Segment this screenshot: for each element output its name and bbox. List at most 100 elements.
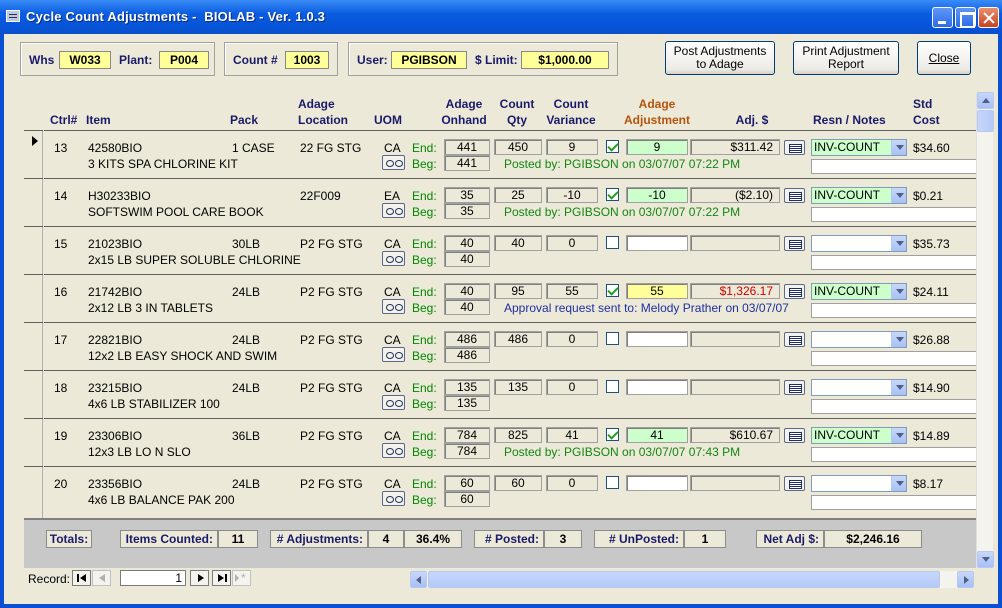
view-details-icon[interactable]: [382, 251, 405, 266]
notes-icon[interactable]: [784, 284, 805, 299]
chevron-down-icon[interactable]: [891, 236, 906, 251]
adjust-checkbox[interactable]: [606, 140, 619, 153]
vertical-scroll-thumb[interactable]: [977, 110, 994, 132]
view-details-icon[interactable]: [382, 443, 405, 458]
reason-select[interactable]: INV-COUNT: [811, 427, 907, 444]
record-selector[interactable]: [24, 418, 43, 466]
minimize-button[interactable]: [932, 7, 953, 28]
scroll-down-button[interactable]: [977, 551, 994, 568]
adjust-checkbox[interactable]: [606, 428, 619, 441]
item-description: 2x12 LB 3 IN TABLETS: [88, 301, 213, 315]
adjust-checkbox[interactable]: [606, 476, 619, 489]
view-details-icon[interactable]: [382, 155, 405, 170]
notes-field[interactable]: [811, 255, 976, 270]
col-adjustment-1: Adage: [638, 97, 676, 111]
adage-adjustment-input[interactable]: -10: [626, 187, 688, 203]
app-icon[interactable]: [6, 10, 20, 22]
onhand-end: 40: [444, 235, 490, 251]
record-selector[interactable]: [24, 322, 43, 370]
record-selector[interactable]: [24, 274, 43, 322]
notes-icon[interactable]: [784, 332, 805, 347]
adjustments-value: 4: [368, 530, 404, 548]
notes-field[interactable]: [811, 207, 976, 222]
view-details-icon[interactable]: [382, 491, 405, 506]
view-details-icon[interactable]: [382, 299, 405, 314]
col-onhand-2: Onhand: [441, 113, 487, 127]
post-adjustments-button[interactable]: Post Adjustments to Adage: [665, 41, 775, 75]
reason-select[interactable]: [811, 235, 907, 252]
print-adjustment-report-button[interactable]: Print Adjustment Report: [793, 41, 899, 75]
chevron-down-icon[interactable]: [891, 428, 906, 443]
adjust-checkbox[interactable]: [606, 332, 619, 345]
last-record-button[interactable]: [212, 570, 231, 586]
col-location-1: Adage: [298, 97, 335, 111]
adage-adjustment-input[interactable]: 55: [626, 283, 688, 299]
adjust-checkbox[interactable]: [606, 188, 619, 201]
view-details-icon[interactable]: [382, 347, 405, 362]
chevron-down-icon[interactable]: [891, 380, 906, 395]
reason-select[interactable]: [811, 475, 907, 492]
adage-adjustment-input[interactable]: [626, 475, 688, 491]
count-qty: 825: [494, 427, 542, 443]
notes-icon[interactable]: [784, 188, 805, 203]
count-label: Count #: [233, 53, 278, 67]
previous-record-button[interactable]: [92, 570, 111, 586]
record-selector[interactable]: [24, 130, 43, 178]
record-selector[interactable]: [24, 370, 43, 418]
record-number-input[interactable]: [120, 570, 186, 586]
notes-field[interactable]: [811, 495, 976, 510]
notes-icon[interactable]: [784, 380, 805, 395]
adage-location: 22 FG STG: [300, 141, 362, 155]
notes-icon[interactable]: [784, 236, 805, 251]
reason-select[interactable]: [811, 379, 907, 396]
notes-field[interactable]: [811, 399, 976, 414]
adage-adjustment-input[interactable]: [626, 379, 688, 395]
close-button[interactable]: Close: [917, 41, 971, 75]
chevron-down-icon[interactable]: [891, 140, 906, 155]
scroll-right-button[interactable]: [957, 571, 974, 588]
net-adj-value: $2,246.16: [824, 530, 922, 548]
new-record-button[interactable]: *: [232, 570, 251, 586]
view-details-icon[interactable]: [382, 395, 405, 410]
posted-label: # Posted:: [474, 530, 544, 548]
adage-adjustment-input[interactable]: [626, 235, 688, 251]
chevron-down-icon[interactable]: [891, 332, 906, 347]
maximize-button[interactable]: [955, 7, 976, 28]
notes-field[interactable]: [811, 159, 976, 174]
scroll-left-button[interactable]: [410, 571, 427, 588]
adage-adjustment-input[interactable]: 41: [626, 427, 688, 443]
adage-adjustment-input[interactable]: [626, 331, 688, 347]
reason-select[interactable]: INV-COUNT: [811, 187, 907, 204]
notes-icon[interactable]: [784, 428, 805, 443]
adage-adjustment-input[interactable]: 9: [626, 139, 688, 155]
notes-field[interactable]: [811, 351, 976, 366]
whs-label: Whs: [29, 53, 55, 67]
reason-select[interactable]: [811, 331, 907, 348]
horizontal-scroll-thumb[interactable]: [428, 571, 940, 588]
reason-select[interactable]: INV-COUNT: [811, 139, 907, 156]
vertical-scrollbar[interactable]: [976, 92, 994, 568]
notes-icon[interactable]: [784, 476, 805, 491]
scroll-up-button[interactable]: [977, 92, 994, 109]
notes-field[interactable]: [811, 447, 976, 462]
reason-select[interactable]: INV-COUNT: [811, 283, 907, 300]
chevron-down-icon[interactable]: [891, 284, 906, 299]
col-onhand-1: Adage: [445, 97, 483, 111]
record-selector[interactable]: [24, 178, 43, 226]
chevron-down-icon[interactable]: [891, 188, 906, 203]
horizontal-scrollbar[interactable]: [410, 571, 974, 588]
close-window-button[interactable]: [978, 7, 999, 28]
record-selector[interactable]: [24, 466, 43, 514]
record-selector[interactable]: [24, 226, 43, 274]
notes-field[interactable]: [811, 303, 976, 318]
item-code: 23306BIO: [88, 429, 143, 443]
first-record-button[interactable]: [72, 570, 91, 586]
adjust-checkbox[interactable]: [606, 236, 619, 249]
view-details-icon[interactable]: [382, 203, 405, 218]
adjust-checkbox[interactable]: [606, 284, 619, 297]
adjust-checkbox[interactable]: [606, 380, 619, 393]
chevron-down-icon[interactable]: [891, 476, 906, 491]
next-record-button[interactable]: [190, 570, 209, 586]
notes-icon[interactable]: [784, 140, 805, 155]
table-row: 15 21023BIO 2x15 LB SUPER SOLUBLE CHLORINE…: [44, 226, 976, 274]
